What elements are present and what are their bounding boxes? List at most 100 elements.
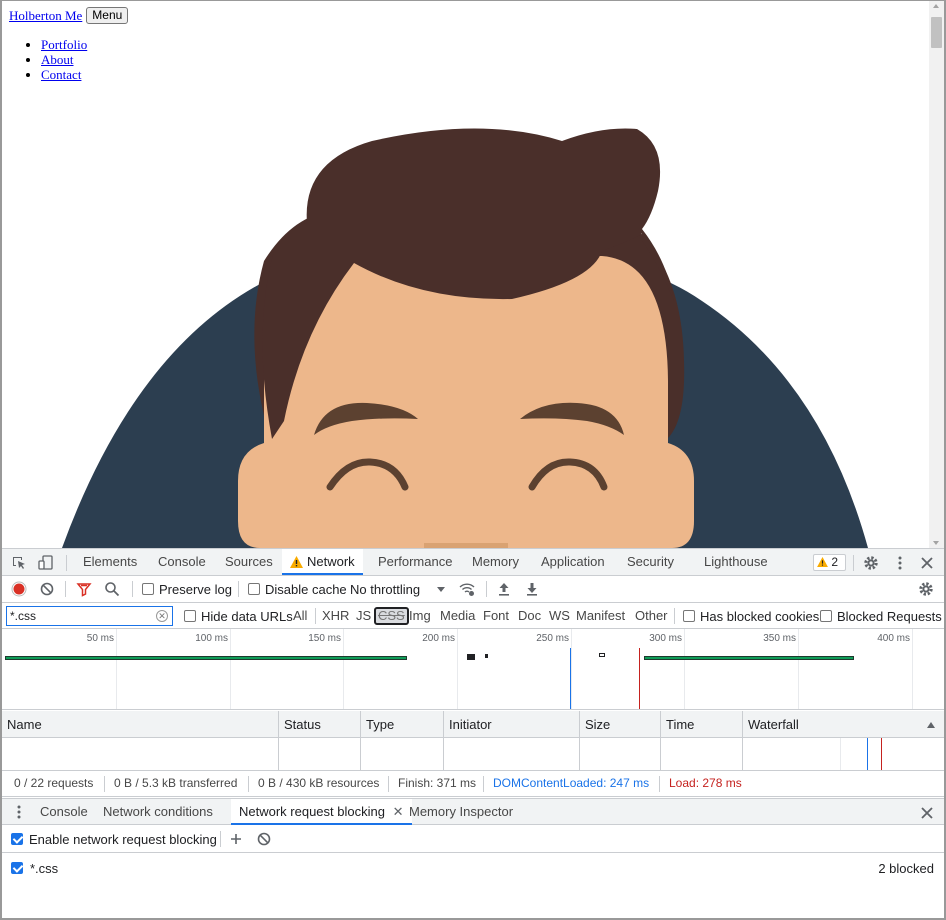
drawer-tab-network-conditions[interactable]: Network conditions (103, 799, 213, 825)
filter-icon[interactable] (76, 581, 92, 597)
type-filter-xhr[interactable]: XHR (320, 607, 351, 625)
preserve-log-checkbox[interactable] (142, 583, 154, 595)
add-pattern-icon[interactable] (228, 831, 244, 847)
throttling-select[interactable]: No throttling (350, 582, 446, 597)
more-options-icon[interactable] (892, 555, 908, 571)
tab-sources[interactable]: Sources (217, 549, 281, 575)
summary-separator (248, 776, 249, 792)
warnings-badge[interactable]: 2 (813, 554, 846, 571)
scroll-up-arrow-icon[interactable] (933, 4, 939, 8)
enable-request-blocking-checkbox[interactable] (11, 833, 23, 845)
summary-separator (483, 776, 484, 792)
column-header-size[interactable]: Size (580, 711, 661, 738)
pattern-enabled-checkbox[interactable] (11, 862, 23, 874)
column-header-type[interactable]: Type (361, 711, 444, 738)
type-filter-font[interactable]: Font (481, 607, 511, 625)
blocked-requests-checkbox[interactable] (820, 610, 832, 622)
clear-filter-icon[interactable]: ✕ (156, 610, 168, 622)
type-filter-media[interactable]: Media (438, 607, 477, 625)
timeline-tick-label: 150 ms (308, 633, 341, 644)
drawer-tab-console[interactable]: Console (40, 799, 88, 825)
load-marker (639, 648, 640, 709)
empty-cell (279, 738, 361, 771)
tabbar-separator (66, 555, 67, 571)
menu-button[interactable]: Menu (86, 7, 129, 24)
settings-gear-icon[interactable] (863, 555, 879, 571)
drawer-menu-icon[interactable] (11, 804, 27, 820)
tab-console[interactable]: Console (150, 549, 214, 575)
network-settings-gear-icon[interactable] (918, 581, 934, 597)
blocked-requests-label: Blocked Requests (837, 609, 942, 624)
has-blocked-cookies-checkbox[interactable] (683, 610, 695, 622)
throttling-dropdown-icon (437, 587, 445, 592)
export-har-icon[interactable] (524, 581, 540, 597)
waterfall-dom-content-loaded-marker (867, 738, 868, 770)
timeline-overview[interactable]: 50 ms 100 ms 150 ms 200 ms 250 ms 300 ms… (2, 629, 944, 710)
filter-separator (674, 608, 675, 624)
column-header-status[interactable]: Status (279, 711, 361, 738)
summary-separator (388, 776, 389, 792)
network-conditions-icon[interactable] (459, 581, 475, 597)
summary-dom-content-loaded: DOMContentLoaded: 247 ms (493, 776, 650, 790)
warning-count: 2 (831, 555, 839, 569)
nav-link-contact[interactable]: Contact (41, 67, 81, 82)
tab-application[interactable]: Application (533, 549, 613, 575)
type-filter-all[interactable]: All (291, 607, 309, 625)
requests-table: Name Status Type Initiator Size Time Wat… (2, 711, 944, 771)
drawer-tab-network-request-blocking[interactable]: Network request blocking ✕ (231, 799, 412, 825)
nav-item-portfolio: Portfolio (41, 37, 87, 52)
close-drawer-icon[interactable] (919, 805, 935, 821)
empty-cell (361, 738, 444, 771)
nav-link-about[interactable]: About (41, 52, 74, 67)
type-filter-other[interactable]: Other (633, 607, 670, 625)
timeline-tick-label: 400 ms (877, 633, 910, 644)
page-scrollbar-thumb[interactable] (931, 17, 942, 48)
type-filter-css[interactable]: CSS (374, 607, 409, 625)
request-blocking-toolbar: Enable network request blocking (2, 825, 944, 853)
device-toolbar-icon[interactable] (38, 555, 54, 571)
drawer-tab-memory-inspector[interactable]: Memory Inspector (409, 799, 513, 825)
scroll-down-arrow-icon[interactable] (933, 541, 939, 545)
pattern-blocked-count: 2 blocked (878, 861, 934, 876)
column-header-initiator[interactable]: Initiator (444, 711, 580, 738)
column-header-time[interactable]: Time (661, 711, 743, 738)
warning-icon (290, 556, 303, 568)
tab-memory[interactable]: Memory (464, 549, 527, 575)
column-header-name[interactable]: Name (2, 711, 279, 738)
warning-badge-icon (817, 557, 828, 567)
import-har-icon[interactable] (496, 581, 512, 597)
clear-icon[interactable] (39, 581, 55, 597)
timeline-tick-label: 50 ms (86, 633, 114, 644)
toolbar-separator (220, 831, 221, 847)
type-filter-ws[interactable]: WS (547, 607, 572, 625)
tab-performance[interactable]: Performance (370, 549, 460, 575)
nav-item-contact: Contact (41, 67, 87, 82)
type-filter-img[interactable]: Img (407, 607, 433, 625)
type-filter-js[interactable]: JS (354, 607, 373, 625)
search-icon[interactable] (104, 581, 120, 597)
type-filter-doc[interactable]: Doc (516, 607, 543, 625)
page-scrollbar[interactable] (929, 1, 944, 548)
remove-all-patterns-icon[interactable] (256, 831, 272, 847)
filter-input[interactable] (6, 606, 173, 626)
empty-cell (444, 738, 580, 771)
type-filter-manifest[interactable]: Manifest (574, 607, 627, 625)
tab-network[interactable]: Network (282, 549, 363, 575)
close-tab-icon[interactable]: ✕ (393, 804, 404, 819)
nav-link-portfolio[interactable]: Portfolio (41, 37, 87, 52)
close-devtools-icon[interactable] (919, 555, 935, 571)
site-title-link[interactable]: Holberton Me (9, 8, 82, 24)
tab-security[interactable]: Security (619, 549, 682, 575)
hide-data-urls-checkbox[interactable] (184, 610, 196, 622)
column-header-waterfall[interactable]: Waterfall (743, 711, 944, 738)
inspect-element-icon[interactable] (11, 555, 27, 571)
blocked-pattern-row[interactable]: *.css 2 blocked (2, 854, 944, 882)
timeline-gridline (684, 629, 685, 709)
tab-elements[interactable]: Elements (75, 549, 145, 575)
toolbar-separator (65, 581, 66, 597)
site-nav: Portfolio About Contact (41, 37, 87, 82)
tab-lighthouse[interactable]: Lighthouse (696, 549, 776, 575)
record-icon[interactable] (11, 581, 27, 597)
toolbar-separator (132, 581, 133, 597)
disable-cache-checkbox[interactable] (248, 583, 260, 595)
